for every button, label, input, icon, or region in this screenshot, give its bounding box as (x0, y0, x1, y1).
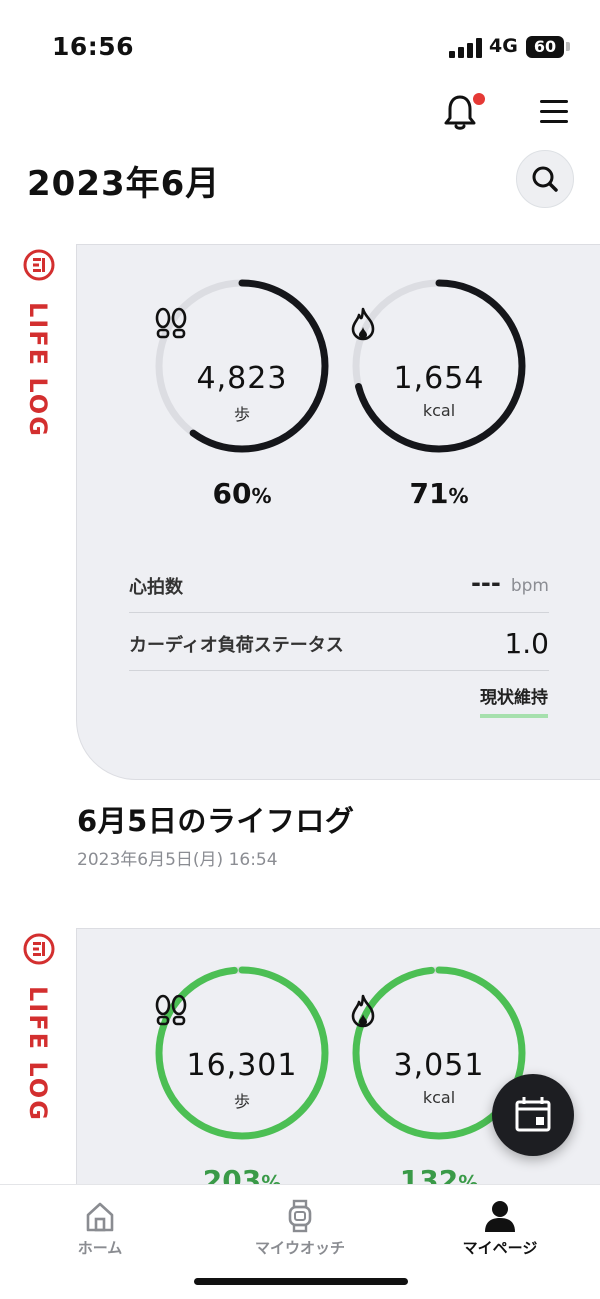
heart-rate-value: --- bpm (470, 569, 549, 597)
calories-value: 1,654 (393, 361, 485, 396)
cardio-load-label: カーディオ負荷ステータス (129, 635, 344, 656)
tab-my-page[interactable]: マイページ (400, 1185, 600, 1265)
home-icon (0, 1199, 200, 1237)
calories-unit: kcal (422, 401, 456, 420)
lifelog-title: 6月5日のライフログ (77, 804, 355, 838)
person-icon (400, 1199, 600, 1237)
calories-ring: 1,654 kcal 71% (350, 277, 528, 510)
heart-rate-row: 心拍数 --- bpm (129, 555, 549, 613)
steps-percent: 60% (212, 477, 272, 510)
search-icon (532, 166, 558, 192)
steps-unit: 歩 (233, 405, 250, 424)
heart-rate-label: 心拍数 (129, 577, 183, 598)
status-time: 16:56 (52, 32, 135, 61)
lifelog-card-today[interactable]: 4,823 歩 60% 1,654 kcal 71% 心拍数 --- bpm カー… (76, 244, 600, 780)
lifelog-label: LIFE LOG (24, 986, 52, 1122)
search-button[interactable] (516, 150, 574, 208)
cardio-load-row: カーディオ負荷ステータス 1.0 (129, 613, 549, 671)
watch-icon (200, 1199, 400, 1237)
menu-icon[interactable] (540, 98, 570, 126)
signal-icon (449, 38, 483, 58)
steps-value: 4,823 (196, 361, 288, 396)
lifelog-side-label: LIFE LOG (20, 932, 60, 1132)
page-title: 2023年6月 (27, 164, 221, 204)
calendar-icon (515, 1097, 551, 1132)
cardio-load-value: 1.0 (504, 627, 549, 660)
status-bar: 16:56 4G 60 (0, 0, 600, 90)
steps-value: 16,301 (186, 1048, 298, 1083)
calendar-button[interactable] (492, 1074, 574, 1156)
lifelog-logo-icon (23, 249, 55, 281)
tab-home[interactable]: ホーム (0, 1185, 200, 1265)
calories-percent: 71% (409, 477, 469, 510)
lifelog-logo-icon (23, 933, 55, 965)
notification-badge (473, 93, 485, 105)
battery-cap (566, 42, 570, 51)
lifelog-datetime: 2023年6月5日(月) 16:54 (77, 850, 278, 870)
tab-my-watch[interactable]: マイウオッチ (200, 1185, 400, 1265)
lifelog-label: LIFE LOG (24, 302, 52, 438)
lifelog-side-label: LIFE LOG (20, 248, 60, 448)
steps-ring: 16,301 歩 203% (153, 964, 331, 1197)
cardio-status-badge: 現状維持 (480, 683, 548, 718)
home-indicator (194, 1278, 408, 1285)
battery-icon: 60 (526, 36, 564, 58)
steps-ring: 4,823 歩 60% (153, 277, 331, 510)
network-type: 4G (489, 35, 518, 57)
steps-unit: 歩 (233, 1092, 250, 1111)
